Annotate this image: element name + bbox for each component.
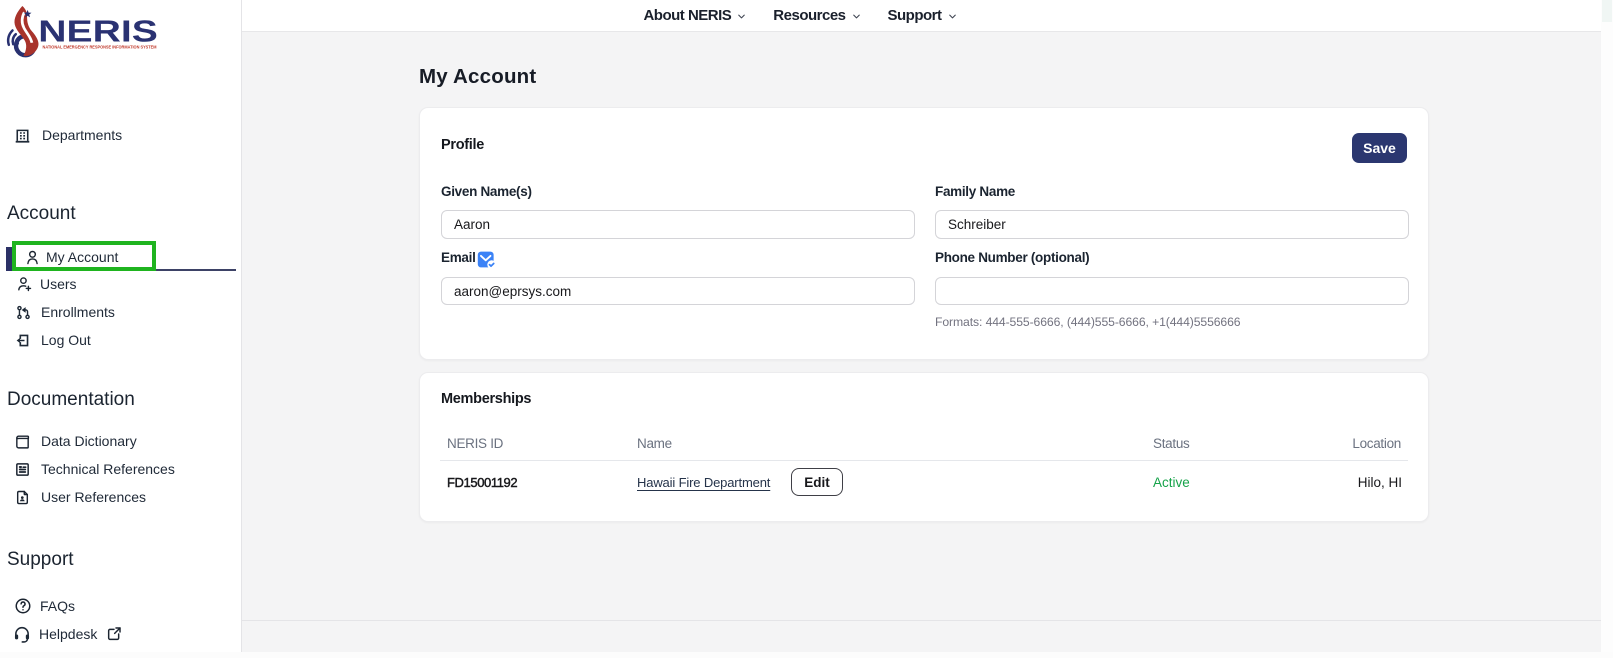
svg-text:NERIS: NERIS: [38, 15, 158, 49]
svg-text:NATIONAL EMERGENCY RESPONSE IN: NATIONAL EMERGENCY RESPONSE INFORMATION …: [43, 44, 157, 50]
